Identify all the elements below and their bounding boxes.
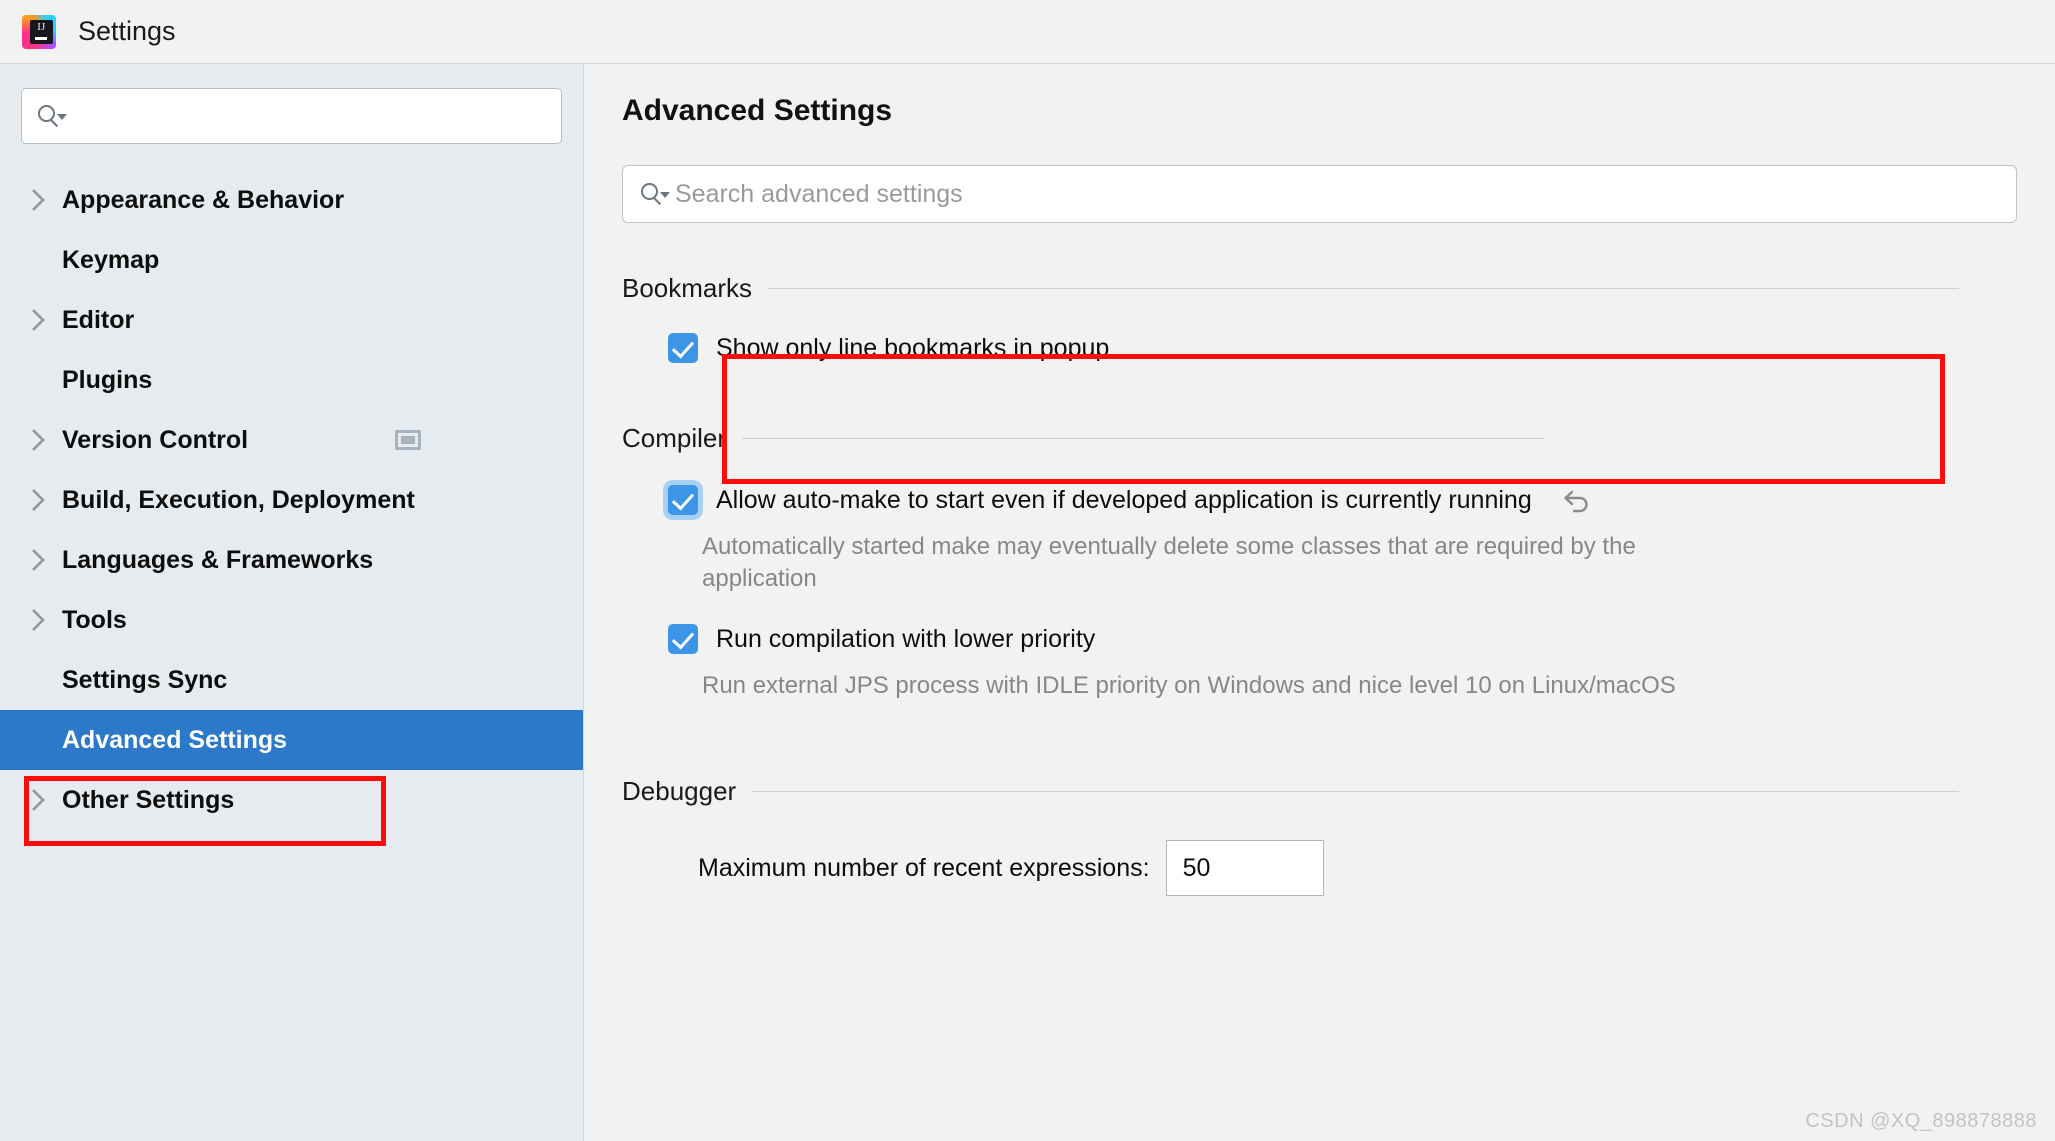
sidebar-item-label: Keymap (62, 245, 160, 274)
option-description-allow-auto-make: Automatically started make may eventuall… (702, 533, 1636, 592)
option-allow-auto-make[interactable]: Allow auto-make to start even if develop… (622, 485, 2055, 515)
chevron-right-icon[interactable] (30, 787, 58, 813)
sidebar-item-label: Tools (62, 605, 127, 634)
option-label: Show only line bookmarks in popup (716, 333, 1110, 362)
search-icon (641, 182, 670, 206)
revert-arrow-icon[interactable] (1560, 485, 1594, 515)
option-description-run-compilation-lower-priority: Run external JPS process with IDLE prior… (702, 672, 1676, 700)
sidebar-item-label: Advanced Settings (62, 725, 288, 754)
intellij-idea-logo-icon: IJ (22, 14, 56, 49)
sidebar-item-keymap[interactable]: Keymap (0, 230, 583, 290)
section-title: Compiler (622, 422, 727, 453)
option-show-only-line-bookmarks[interactable]: Show only line bookmarks in popup (622, 333, 2055, 363)
max-recent-expressions-input[interactable] (1165, 840, 1324, 897)
project-scope-icon (395, 430, 421, 450)
settings-sidebar: Appearance & Behavior Keymap Editor Plug… (0, 64, 583, 1141)
sidebar-item-label: Appearance & Behavior (62, 185, 345, 214)
section-title: Debugger (622, 775, 737, 806)
sidebar-search-box[interactable] (21, 88, 562, 144)
sidebar-search-input[interactable] (71, 102, 545, 130)
sidebar-item-label: Languages & Frameworks (62, 545, 374, 574)
sidebar-item-version-control[interactable]: Version Control (0, 410, 583, 470)
chevron-right-icon[interactable] (30, 307, 58, 333)
settings-window: IJ Settings Appearance & Behavior Keymap… (0, 0, 2055, 1141)
sidebar-item-tools[interactable]: Tools (0, 590, 583, 650)
sidebar-item-label: Editor (62, 305, 135, 334)
sidebar-item-label: Other Settings (62, 785, 235, 814)
field-row-max-recent-expressions: Maximum number of recent expressions: (622, 840, 2055, 897)
checkbox-run-compilation-lower-priority[interactable] (668, 624, 698, 655)
window-title: Settings (78, 16, 176, 46)
section-divider (742, 437, 1545, 439)
section-compiler: Compiler Allow auto-make to start even i… (622, 419, 2055, 702)
checkbox-show-only-line-bookmarks[interactable] (668, 333, 698, 363)
chevron-right-icon[interactable] (30, 187, 58, 213)
section-header: Bookmarks (622, 269, 2055, 307)
sidebar-item-languages-frameworks[interactable]: Languages & Frameworks (0, 530, 583, 590)
section-header: Debugger (622, 772, 2055, 810)
option-label: Run compilation with lower priority (716, 624, 1096, 653)
search-icon (38, 104, 67, 128)
section-divider (752, 790, 1959, 792)
sidebar-item-label: Settings Sync (62, 665, 228, 694)
section-divider (768, 287, 1959, 289)
section-header: Compiler (622, 419, 2055, 457)
chevron-right-icon[interactable] (30, 427, 58, 453)
field-label: Maximum number of recent expressions: (698, 853, 1150, 882)
sidebar-item-plugins[interactable]: Plugins (0, 350, 583, 410)
sidebar-item-advanced-settings[interactable]: Advanced Settings (0, 710, 583, 770)
sidebar-item-appearance-behavior[interactable]: Appearance & Behavior (0, 170, 583, 230)
window-titlebar: IJ Settings (0, 0, 2055, 64)
option-label: Allow auto-make to start even if develop… (716, 485, 1532, 514)
watermark-text: CSDN @XQ_898878888 (1805, 1110, 2037, 1132)
advanced-settings-search-box[interactable] (622, 165, 2017, 223)
sidebar-item-label: Build, Execution, Deployment (62, 485, 415, 514)
option-run-compilation-lower-priority[interactable]: Run compilation with lower priority (622, 624, 2055, 655)
chevron-right-icon[interactable] (30, 547, 58, 573)
section-debugger: Debugger Maximum number of recent expres… (622, 772, 2055, 897)
chevron-right-icon[interactable] (30, 487, 58, 513)
page-title: Advanced Settings (622, 94, 893, 127)
checkbox-allow-auto-make[interactable] (668, 485, 698, 515)
sidebar-item-label: Version Control (62, 425, 249, 454)
advanced-settings-search-input[interactable] (675, 179, 1998, 209)
settings-content-panel: Advanced Settings Bookmarks Show only li… (583, 64, 2055, 1141)
sidebar-item-settings-sync[interactable]: Settings Sync (0, 650, 583, 710)
settings-tree: Appearance & Behavior Keymap Editor Plug… (0, 170, 583, 830)
sidebar-item-other-settings[interactable]: Other Settings (0, 770, 583, 830)
section-bookmarks: Bookmarks Show only line bookmarks in po… (622, 269, 2055, 363)
sidebar-item-editor[interactable]: Editor (0, 290, 583, 350)
chevron-right-icon[interactable] (30, 607, 58, 633)
window-body: Appearance & Behavior Keymap Editor Plug… (0, 64, 2055, 1141)
sidebar-item-build-execution-deployment[interactable]: Build, Execution, Deployment (0, 470, 583, 530)
section-title: Bookmarks (622, 272, 753, 303)
sidebar-item-label: Plugins (62, 365, 153, 394)
